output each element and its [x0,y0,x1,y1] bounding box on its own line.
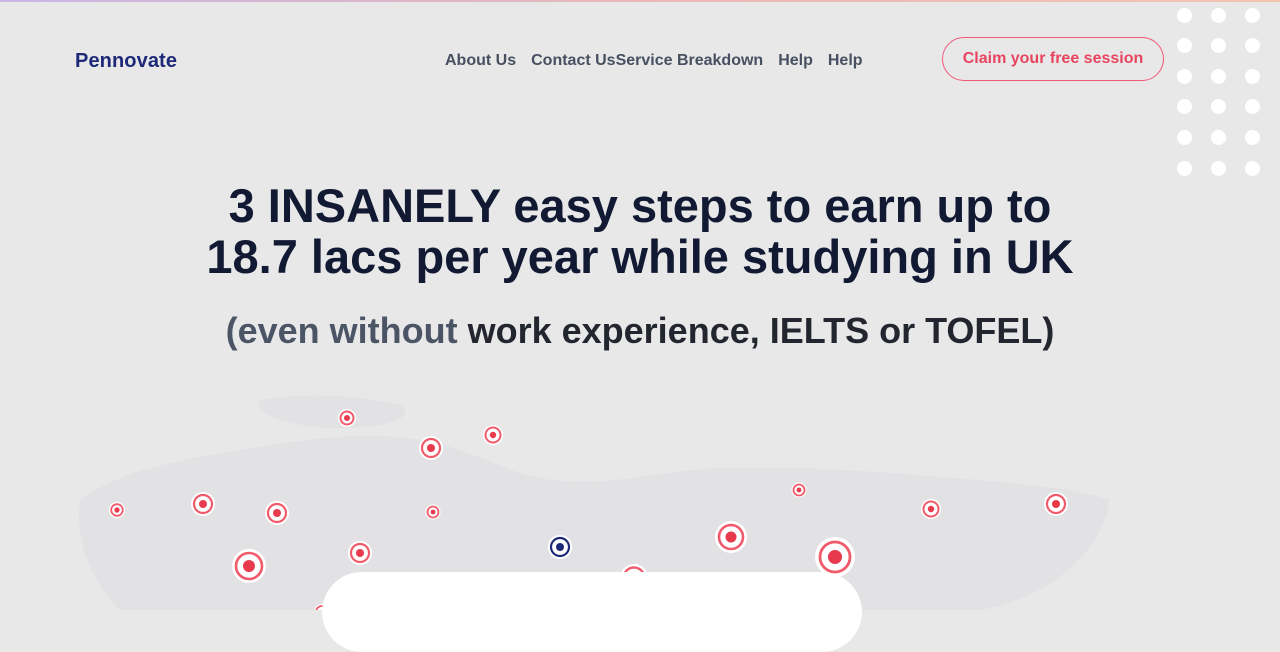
nav-help-2[interactable]: Help [828,52,863,70]
location-pin-icon [191,492,215,516]
location-pin-icon [425,504,441,520]
location-pin-icon [921,499,941,519]
location-pin-icon [348,541,372,565]
location-pin-icon [815,537,855,577]
decorative-dot [1211,161,1226,176]
nav-help[interactable]: Help [778,52,813,70]
decorative-dot [1245,38,1260,53]
location-pin-icon [483,425,503,445]
decorative-dot [1211,38,1226,53]
decorative-dot [1177,161,1192,176]
main-nav: About Us Contact Us Service Breakdown He… [445,51,863,71]
decorative-dot [1177,99,1192,114]
hero-headline: 3 INSANELY easy steps to earn up to 18.7… [0,180,1280,282]
decorative-dot [1177,130,1192,145]
decorative-dot [1211,130,1226,145]
decorative-dot [1245,161,1260,176]
decorative-dot [1211,99,1226,114]
location-pin-icon [109,502,125,518]
hero-subheadline-strong: work experience, IELTS or TOFEL) [467,310,1055,351]
decorative-dot [1211,69,1226,84]
logo[interactable]: Pennovate [75,50,177,73]
bottom-content-card [322,572,862,652]
decorative-dot [1177,38,1192,53]
decorative-dot [1245,69,1260,84]
hero-subheadline: (even without work experience, IELTS or … [0,310,1280,352]
claim-free-session-button[interactable]: Claim your free session [942,37,1164,81]
nav-service-breakdown[interactable]: Service Breakdown [616,52,764,70]
decorative-dot [1177,8,1192,23]
location-pin-icon [715,521,747,553]
decorative-dot [1211,8,1226,23]
decorative-dot [1245,8,1260,23]
location-pin-icon [548,535,572,559]
location-pin-icon [338,409,356,427]
nav-contact-us[interactable]: Contact Us [531,52,615,70]
location-pin-icon [1044,492,1068,516]
location-pin-icon [232,549,266,583]
hero-subheadline-muted: (even without [225,310,458,351]
location-pin-icon [265,501,289,525]
hero-headline-line-1: 3 INSANELY easy steps to earn up to [228,179,1052,232]
nav-about-us[interactable]: About Us [445,52,516,70]
location-pin-icon [419,436,443,460]
hero-headline-line-2: 18.7 lacs per year while studying in UK [206,230,1074,283]
location-pin-icon [791,482,807,498]
decorative-dot [1245,99,1260,114]
top-accent-line [0,0,1280,2]
decorative-dot [1177,69,1192,84]
decorative-dot [1245,130,1260,145]
